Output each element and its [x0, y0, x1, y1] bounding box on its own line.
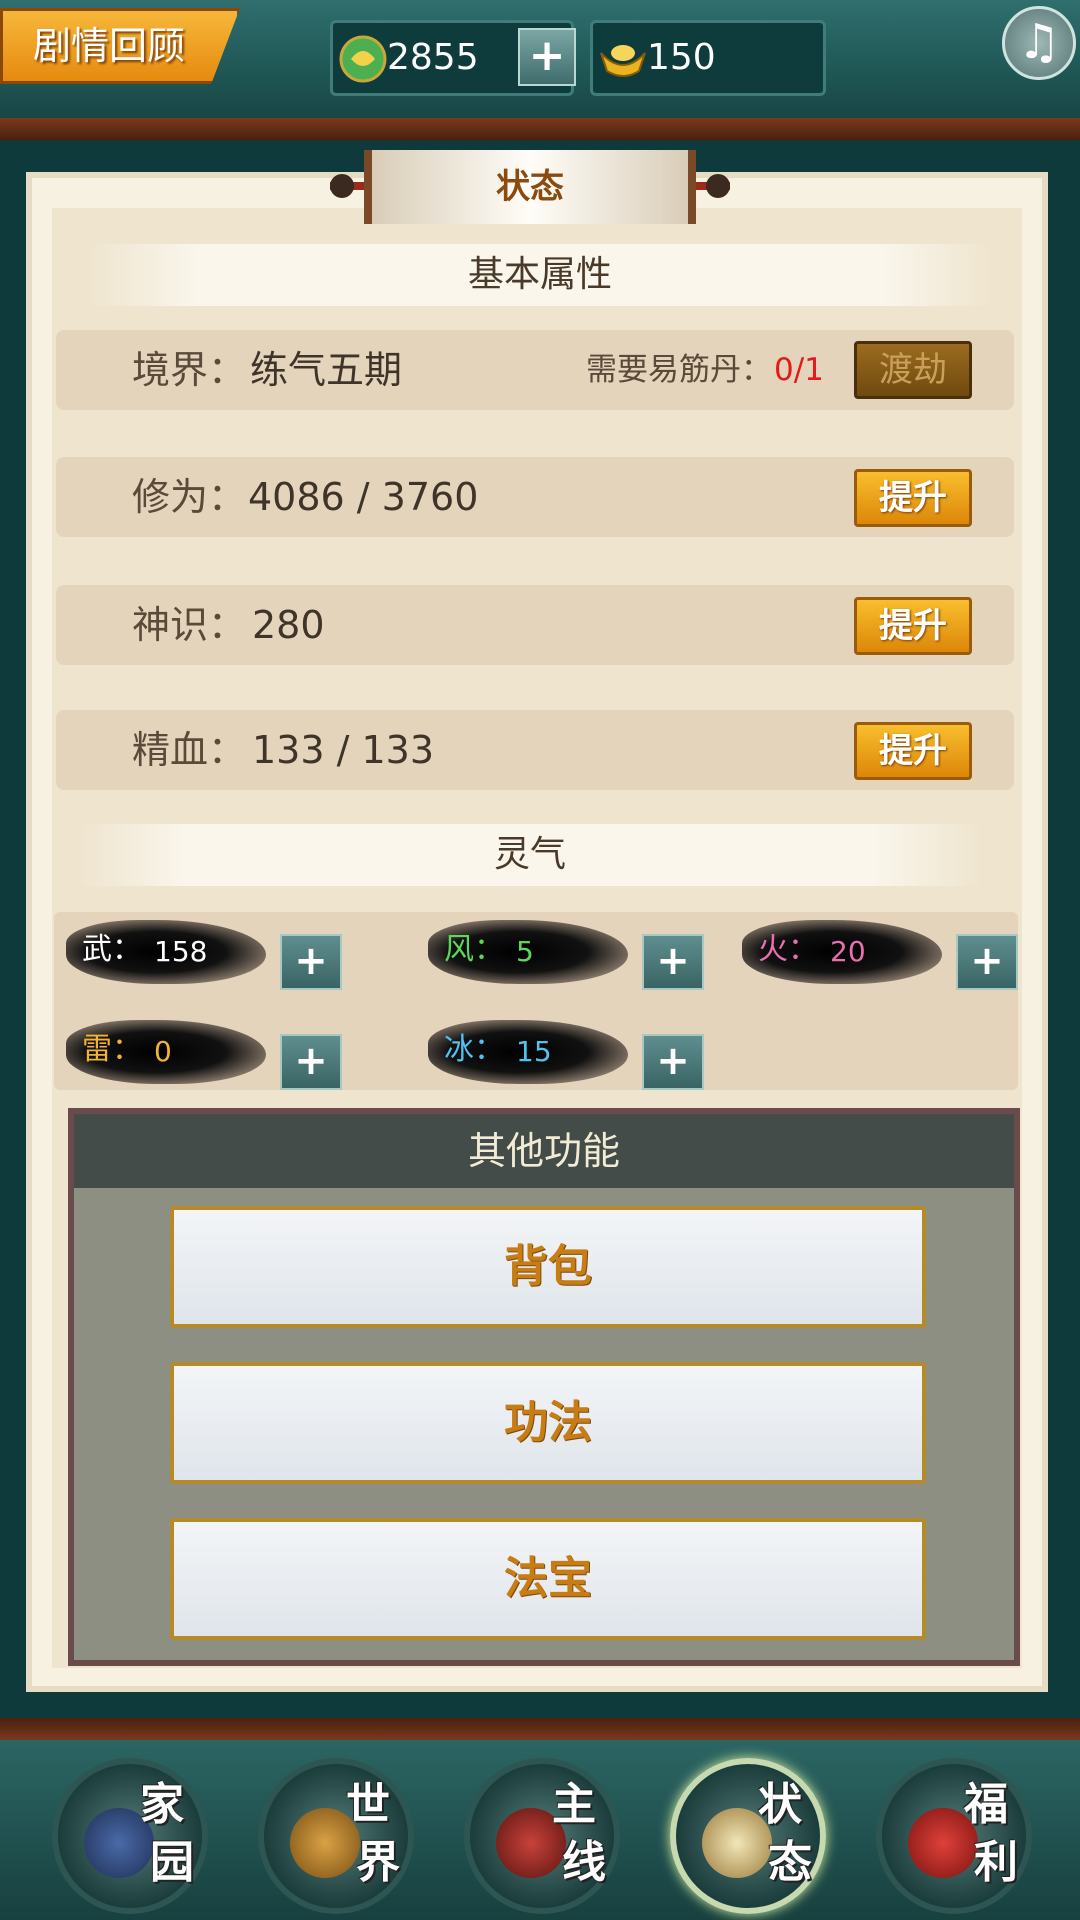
nav-status-label-bottom: 态	[768, 1837, 812, 1888]
spirit-value: 5	[516, 935, 534, 968]
spirit-value: 15	[516, 1035, 552, 1068]
spirit-name: 风：	[444, 932, 504, 967]
add-fire-button[interactable]: +	[956, 934, 1018, 990]
spirit-energy-header: 灵气	[80, 824, 980, 886]
spirit-name: 火：	[758, 932, 818, 967]
essence-blood-label: 精血：	[132, 728, 247, 772]
jade-amount: 2855	[387, 37, 479, 78]
spirit-ice: 冰： 15 +	[428, 1020, 704, 1090]
inventory-button[interactable]: 背包	[170, 1206, 926, 1328]
nav-welfare-label-bottom: 利	[974, 1837, 1018, 1888]
cultivation-upgrade-button[interactable]: 提升	[854, 469, 972, 527]
spirit-value: 158	[154, 935, 208, 968]
add-jade-button[interactable]: +	[518, 28, 576, 86]
treasures-button[interactable]: 法宝	[170, 1518, 926, 1640]
story-review-button[interactable]: 剧情回顾	[0, 8, 240, 84]
basic-attributes-header: 基本属性	[90, 244, 990, 306]
add-martial-button[interactable]: +	[280, 934, 342, 990]
nav-welfare-label-top: 福	[964, 1779, 1008, 1830]
divine-sense-row: 神识： 280 提升	[56, 585, 1014, 665]
divine-sense-label: 神识：	[132, 603, 247, 647]
skills-button[interactable]: 功法	[170, 1362, 926, 1484]
scroll-knob-right	[706, 174, 730, 198]
other-functions-box: 其他功能 背包 功法 法宝	[68, 1108, 1020, 1666]
nav-home[interactable]: 家 园	[52, 1758, 208, 1914]
nav-main-quest[interactable]: 主 线	[464, 1758, 620, 1914]
bottom-navigation: 家 园 世 界 主 线 状 态 福 利	[0, 1718, 1080, 1920]
jade-coin-icon	[339, 35, 387, 83]
tribulation-button[interactable]: 渡劫	[854, 341, 972, 399]
panel-title: 状态	[364, 150, 696, 224]
spirit-thunder: 雷： 0 +	[66, 1020, 342, 1090]
music-note-icon: ♫	[1017, 14, 1061, 70]
nav-world-label-bottom: 界	[356, 1837, 400, 1888]
add-ice-button[interactable]: +	[642, 1034, 704, 1090]
spirit-wind: 风： 5 +	[428, 920, 704, 990]
gold-amount: 150	[647, 37, 716, 78]
spirit-name: 冰：	[444, 1032, 504, 1067]
add-thunder-button[interactable]: +	[280, 1034, 342, 1090]
top-bar: 剧情回顾 2855 + 150 ♫	[0, 0, 1080, 140]
nav-status-label-top: 状	[758, 1779, 802, 1830]
gold-currency: 150	[590, 20, 826, 96]
spirit-value: 0	[154, 1035, 172, 1068]
cultivation-label: 修为：	[132, 475, 247, 519]
spirit-fire: 火： 20 +	[742, 920, 1018, 990]
divine-sense-value: 280	[252, 603, 325, 647]
need-pill-label: 需要易筋丹：	[586, 352, 772, 388]
realm-label: 境界：	[132, 348, 247, 392]
essence-blood-value: 133 / 133	[252, 728, 435, 772]
nav-world-label-top: 世	[346, 1779, 390, 1830]
cultivation-row: 修为： 4086 / 3760 提升	[56, 457, 1014, 537]
essence-blood-row: 精血： 133 / 133 提升	[56, 710, 1014, 790]
need-pill-value: 0/1	[774, 352, 824, 388]
spirit-martial: 武： 158 +	[66, 920, 342, 990]
spirit-value: 20	[830, 935, 866, 968]
spirit-energy-area: 武： 158 + 风： 5 + 火： 20 + 雷： 0 + 冰： 15 +	[54, 912, 1018, 1090]
cultivation-value: 4086 / 3760	[248, 475, 479, 519]
add-wind-button[interactable]: +	[642, 934, 704, 990]
music-toggle-button[interactable]: ♫	[1002, 6, 1076, 80]
panel-title-scroll: 状态	[330, 150, 730, 224]
spirit-name: 武：	[82, 932, 142, 967]
nav-home-label-bottom: 园	[150, 1837, 194, 1888]
essence-blood-upgrade-button[interactable]: 提升	[854, 722, 972, 780]
spirit-name: 雷：	[82, 1032, 142, 1067]
nav-world[interactable]: 世 界	[258, 1758, 414, 1914]
nav-home-label-top: 家	[140, 1779, 184, 1830]
realm-row: 境界： 练气五期 需要易筋丹： 0/1 渡劫	[56, 330, 1014, 410]
other-functions-header: 其他功能	[74, 1114, 1014, 1188]
realm-value: 练气五期	[250, 348, 403, 392]
nav-welfare[interactable]: 福 利	[876, 1758, 1032, 1914]
gold-ingot-icon	[600, 45, 646, 77]
divine-sense-upgrade-button[interactable]: 提升	[854, 597, 972, 655]
nav-main-quest-label-top: 主	[552, 1779, 596, 1830]
nav-status[interactable]: 状 态	[670, 1758, 826, 1914]
nav-main-quest-label-bottom: 线	[562, 1837, 606, 1888]
scroll-knob-left	[330, 174, 354, 198]
